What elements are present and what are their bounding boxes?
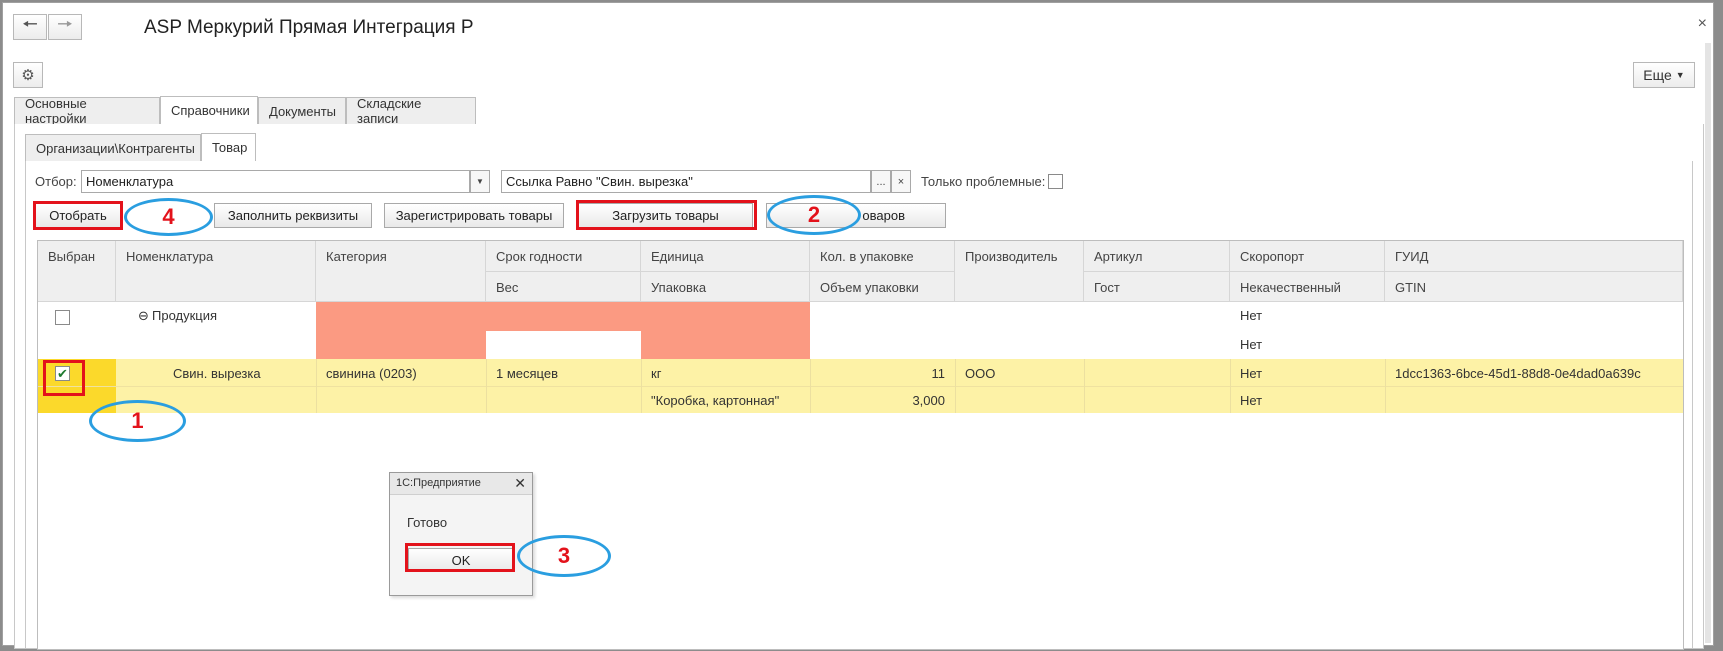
header-guid[interactable]: ГУИД xyxy=(1385,241,1683,272)
item-shelf-life: 1 месяцев xyxy=(496,366,558,381)
clear-button[interactable]: × xyxy=(891,170,911,193)
header-qty-in-pack[interactable]: Кол. в упаковке xyxy=(810,241,955,272)
row-select-checkbox[interactable] xyxy=(55,310,70,325)
item-pack-volume: 3,000 xyxy=(912,393,945,408)
header-category[interactable]: Категория xyxy=(316,241,486,302)
scrollbar[interactable] xyxy=(1705,43,1711,643)
annotation-box-ok xyxy=(405,543,515,572)
item-guid: 1dcc1363-6bce-45d1-88d8-0e4dad0a639c xyxy=(1395,366,1641,381)
goods-table: Выбран Номенклатура Категория Срок годно… xyxy=(37,240,1684,650)
dialog-message: Готово xyxy=(407,515,448,530)
item-producer: ООО xyxy=(965,366,996,381)
annotation-box-checkbox xyxy=(43,360,85,396)
header-shelf-life[interactable]: Срок годности xyxy=(486,241,641,272)
close-icon[interactable]: × xyxy=(1698,15,1707,33)
dropdown-button[interactable]: ▼ xyxy=(470,170,490,193)
item-perishable: Нет xyxy=(1240,366,1263,381)
header-selected[interactable]: Выбран xyxy=(38,241,116,302)
close-icon[interactable]: ✕ xyxy=(514,475,526,492)
settings-button[interactable]: ⚙ xyxy=(13,62,43,88)
more-button[interactable]: Еще ▼ xyxy=(1633,62,1695,88)
chevron-down-icon: ▼ xyxy=(1675,70,1685,80)
header-defective[interactable]: Некачественный xyxy=(1230,272,1385,302)
window-title: ASP Меркурий Прямая Интеграция Р xyxy=(144,17,474,38)
group-perishable: Нет xyxy=(1240,308,1263,323)
header-nomenclature[interactable]: Номенклатура xyxy=(116,241,316,302)
annotation-box-select xyxy=(33,201,123,230)
item-defective: Нет xyxy=(1240,393,1263,408)
item-package: "Коробка, картонная" xyxy=(651,393,780,408)
annotation-box-load xyxy=(576,200,757,230)
dialog-title: 1С:Предприятие xyxy=(390,473,532,495)
header-package[interactable]: Упаковка xyxy=(641,272,810,302)
group-defective: Нет xyxy=(1240,337,1263,352)
header-pack-volume[interactable]: Объем упаковки xyxy=(810,272,955,302)
forward-button[interactable]: 🠖 xyxy=(48,14,82,40)
only-problem-checkbox[interactable] xyxy=(1048,174,1063,189)
only-problem-label: Только проблемные: xyxy=(921,174,1046,189)
item-qty-in-pack: 11 xyxy=(931,366,946,381)
chevron-down-icon: ▼ xyxy=(476,177,484,186)
tab-references[interactable]: Справочники xyxy=(160,96,258,124)
filter-condition-field[interactable]: Ссылка Равно "Свин. вырезка" xyxy=(501,170,871,193)
more-label: Еще xyxy=(1643,67,1672,83)
item-name[interactable]: Свин. вырезка xyxy=(163,360,271,387)
col-divider xyxy=(1084,359,1085,413)
fill-attributes-button[interactable]: Заполнить реквизиты xyxy=(214,203,372,228)
arrow-left-icon: 🠔 xyxy=(22,14,38,34)
main-window: 🠔 🠖 ASP Меркурий Прямая Интеграция Р × ⚙… xyxy=(2,2,1714,650)
item-category: свинина (0203) xyxy=(326,366,417,381)
back-button[interactable]: 🠔 xyxy=(13,14,47,40)
header-producer[interactable]: Производитель xyxy=(955,241,1084,302)
select-button[interactable]: ... xyxy=(871,170,891,193)
header-unit[interactable]: Единица xyxy=(641,241,810,272)
annotation-oval-1: 1 xyxy=(89,400,186,442)
tab-documents[interactable]: Документы xyxy=(258,97,346,124)
header-article[interactable]: Артикул xyxy=(1084,241,1230,272)
filter-field-select[interactable]: Номенклатура xyxy=(81,170,470,193)
header-weight[interactable]: Вес xyxy=(486,272,641,302)
item-unit: кг xyxy=(651,366,662,381)
tab-warehouse-records[interactable]: Складские записи xyxy=(346,96,476,126)
annotation-oval-4: 4 xyxy=(124,198,213,236)
filter-label: Отбор: xyxy=(35,174,77,189)
subtab-organizations[interactable]: Организации\Контрагенты xyxy=(25,134,201,161)
subtab-goods[interactable]: Товар xyxy=(201,133,256,161)
message-dialog: 1С:Предприятие ✕ Готово OK xyxy=(389,472,533,596)
annotation-oval-2: 2 xyxy=(767,195,861,235)
arrow-right-icon: 🠖 xyxy=(57,14,73,34)
header-gost[interactable]: Гост xyxy=(1084,272,1230,302)
annotation-oval-3: 3 xyxy=(517,535,611,577)
gear-icon: ⚙ xyxy=(21,67,35,84)
header-perishable[interactable]: Скоропорт xyxy=(1230,241,1385,272)
register-goods-button[interactable]: Зарегистрировать товары xyxy=(384,203,564,228)
group-name[interactable]: Продукция xyxy=(146,302,227,329)
empty-cell xyxy=(486,331,641,359)
tab-main-settings[interactable]: Основные настройки xyxy=(14,96,160,126)
header-gtin[interactable]: GTIN xyxy=(1385,272,1683,302)
